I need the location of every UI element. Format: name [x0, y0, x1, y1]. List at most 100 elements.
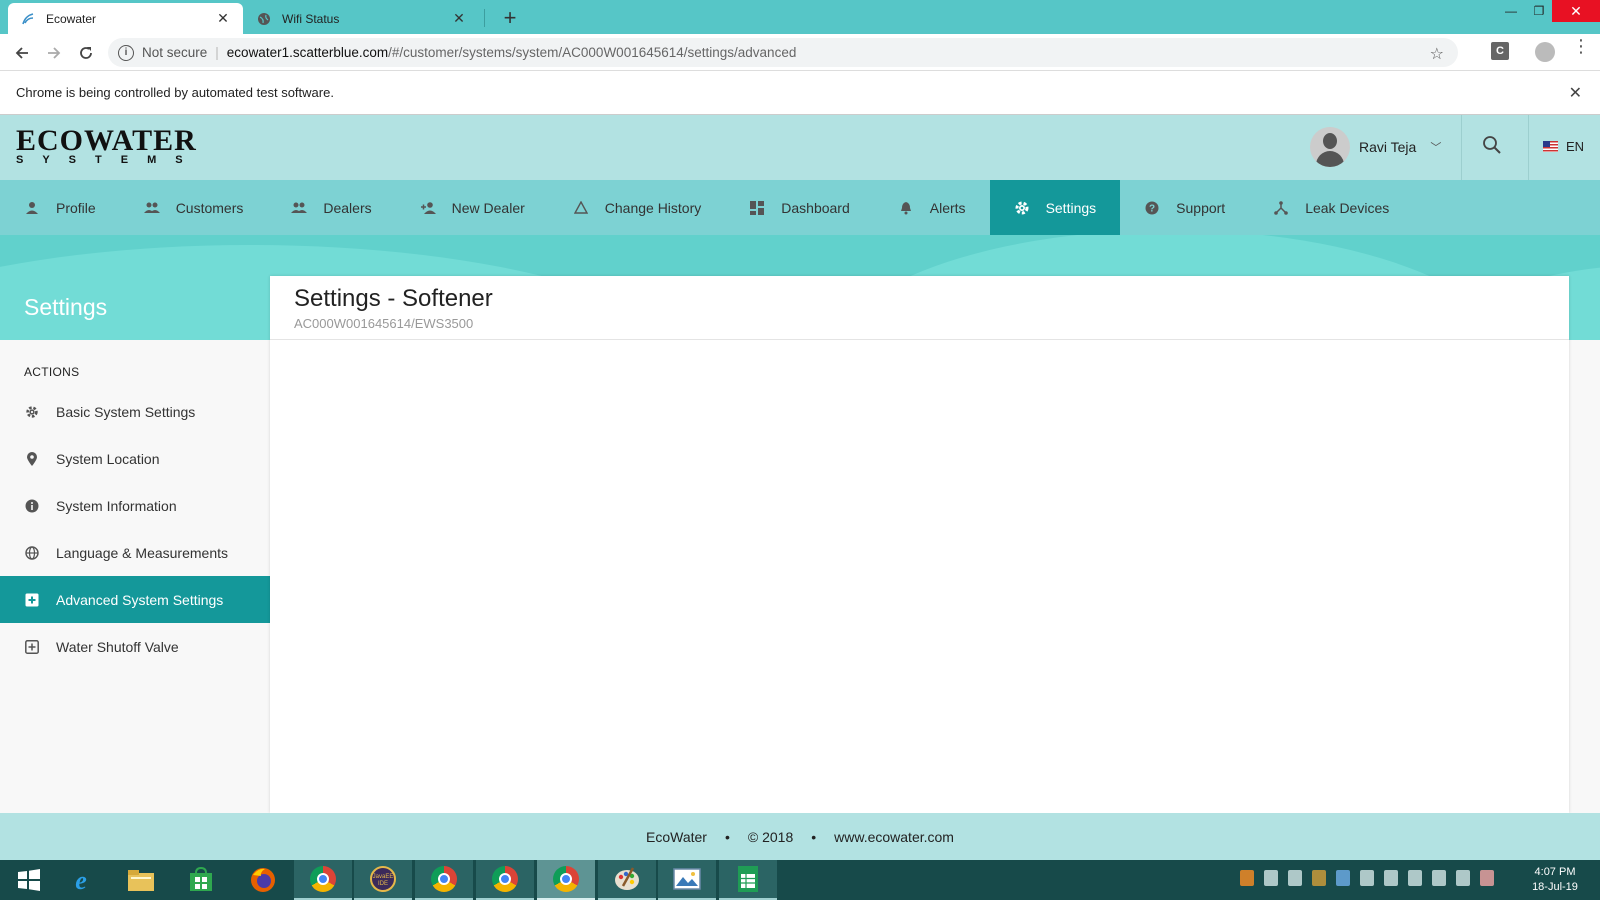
forward-button[interactable] — [41, 40, 67, 66]
reload-button[interactable] — [73, 40, 99, 66]
internet-explorer-icon[interactable]: e — [52, 860, 110, 900]
device-hub-icon — [1273, 200, 1289, 216]
close-icon[interactable]: ✕ — [451, 10, 467, 27]
chrome-icon — [310, 866, 336, 892]
chrome-taskbar-icon[interactable] — [294, 860, 352, 900]
footer-brand: EcoWater — [646, 828, 707, 845]
sidebar-item-system-information[interactable]: System Information — [0, 482, 270, 529]
action-center-flag-icon[interactable] — [1480, 870, 1494, 886]
logo-tagline: SYSTEMS — [16, 154, 202, 166]
sidebar-item-label: System Location — [56, 450, 160, 467]
browser-profile-avatar[interactable] — [1535, 42, 1555, 62]
browser-toolbar: i Not secure | ecowater1.scatterblue.com… — [0, 34, 1600, 71]
browser-tab-ecowater[interactable]: Ecowater ✕ — [8, 3, 243, 34]
language-selector[interactable]: EN — [1543, 139, 1584, 154]
url-host: ecowater1.scatterblue.com — [226, 45, 389, 60]
svg-text:?: ? — [1149, 203, 1155, 214]
volume-icon[interactable] — [1456, 870, 1470, 886]
sidebar-item-advanced-system-settings[interactable]: Advanced System Settings — [0, 576, 270, 623]
nav-dealers[interactable]: Dealers — [267, 180, 395, 235]
file-explorer-icon[interactable] — [112, 860, 170, 900]
info-icon — [24, 498, 40, 514]
settings-sidebar: ACTIONS Basic System Settings System Loc… — [0, 340, 270, 813]
settings-panel: Settings - Softener AC000W001645614/EWS3… — [270, 276, 1569, 813]
nav-label: Alerts — [929, 199, 966, 216]
battery-icon[interactable] — [1408, 870, 1422, 886]
new-tab-button[interactable]: + — [497, 5, 523, 31]
paint-icon[interactable] — [598, 860, 656, 900]
eclipse-ide-icon[interactable]: JavaEE IDE — [354, 860, 412, 900]
nav-new-dealer[interactable]: New Dealer — [396, 180, 549, 235]
search-icon[interactable] — [1482, 135, 1506, 159]
address-bar[interactable]: i Not secure | ecowater1.scatterblue.com… — [108, 38, 1458, 67]
spreadsheet-icon[interactable] — [719, 860, 777, 900]
ecowater-logo[interactable]: ECOWATER SYSTEMS — [16, 126, 202, 167]
battery-manager-icon[interactable] — [1288, 870, 1302, 886]
nav-support[interactable]: ? Support — [1120, 180, 1249, 235]
info-icon[interactable]: i — [118, 44, 134, 61]
globe-icon — [24, 545, 40, 561]
sidebar-item-label: Advanced System Settings — [56, 591, 224, 608]
infobar-message: Chrome is being controlled by automated … — [16, 85, 334, 100]
notification-warning-icon[interactable] — [1240, 870, 1254, 886]
sync-icon[interactable] — [1312, 870, 1326, 886]
browser-tab-wifi-status[interactable]: Wifi Status ✕ — [244, 3, 479, 34]
panel-divider — [270, 339, 1569, 340]
sidebar-item-system-location[interactable]: System Location — [0, 435, 270, 482]
chrome-taskbar-icon-active[interactable] — [537, 860, 595, 900]
people-icon — [143, 200, 160, 216]
sidebar-item-language-measurements[interactable]: Language & Measurements — [0, 529, 270, 576]
restore-window-button[interactable]: ❐ — [1522, 0, 1556, 22]
bookmark-star-icon[interactable]: ☆ — [1430, 44, 1444, 64]
svg-text:IDE: IDE — [378, 881, 388, 887]
bluetooth-icon[interactable] — [1264, 870, 1278, 886]
chrome-icon — [431, 866, 457, 892]
close-icon[interactable]: ✕ — [1569, 83, 1582, 103]
arrow-right-icon — [48, 47, 61, 59]
footer-copyright: © 2018 — [747, 828, 794, 845]
chrome-taskbar-icon[interactable] — [476, 860, 534, 900]
nav-profile[interactable]: Profile — [0, 180, 120, 235]
network-drive-icon[interactable] — [1336, 870, 1350, 886]
security-status: Not secure — [142, 45, 208, 60]
sidebar-item-label: Basic System Settings — [56, 403, 196, 420]
windows-start-icon[interactable] — [0, 860, 58, 900]
nav-alerts[interactable]: Alerts — [874, 180, 990, 235]
firefox-icon[interactable] — [234, 860, 292, 900]
photos-icon[interactable] — [658, 860, 716, 900]
avatar — [1310, 127, 1350, 167]
printer-icon[interactable] — [1360, 870, 1374, 886]
nav-customers[interactable]: Customers — [120, 180, 268, 235]
chrome-taskbar-icon[interactable] — [415, 860, 473, 900]
nav-change-history[interactable]: Change History — [549, 180, 726, 235]
nav-leak-devices[interactable]: Leak Devices — [1249, 180, 1413, 235]
clock-time: 4:07 PM — [1534, 866, 1576, 878]
arrow-left-icon — [15, 47, 28, 59]
gear-icon — [24, 404, 40, 420]
extension-icon[interactable]: C — [1491, 42, 1509, 60]
page-title: Settings - Softener — [294, 285, 493, 312]
url-path: /#/customer/systems/system/AC000W0016456… — [388, 45, 797, 60]
person-add-icon — [420, 200, 436, 216]
nav-label: Change History — [604, 199, 702, 216]
footer-website-link[interactable]: www.ecowater.com — [834, 829, 954, 845]
close-window-button[interactable]: ✕ — [1552, 0, 1600, 22]
system-tray — [1240, 870, 1494, 886]
tab-title: Ecowater — [46, 11, 97, 26]
tab-title: Wifi Status — [282, 11, 340, 26]
close-icon[interactable]: ✕ — [215, 10, 231, 27]
browser-menu-icon[interactable]: ⋮ — [1572, 37, 1590, 55]
gear-icon — [1014, 200, 1030, 216]
help-icon: ? — [1144, 200, 1160, 216]
nav-dashboard[interactable]: Dashboard — [725, 180, 874, 235]
nav-settings[interactable]: Settings — [989, 180, 1121, 235]
sidebar-item-basic-system-settings[interactable]: Basic System Settings — [0, 388, 270, 435]
language-code: EN — [1566, 139, 1585, 154]
wifi-signal-icon[interactable] — [1432, 870, 1446, 886]
taskbar-clock[interactable]: 4:07 PM 18-Jul-19 — [1520, 865, 1590, 895]
sidebar-item-water-shutoff-valve[interactable]: Water Shutoff Valve — [0, 623, 270, 670]
security-shield-icon[interactable] — [1384, 870, 1398, 886]
store-icon[interactable] — [172, 860, 230, 900]
user-menu[interactable]: Ravi Teja ﹀ — [1310, 127, 1441, 167]
back-button[interactable] — [9, 40, 35, 66]
